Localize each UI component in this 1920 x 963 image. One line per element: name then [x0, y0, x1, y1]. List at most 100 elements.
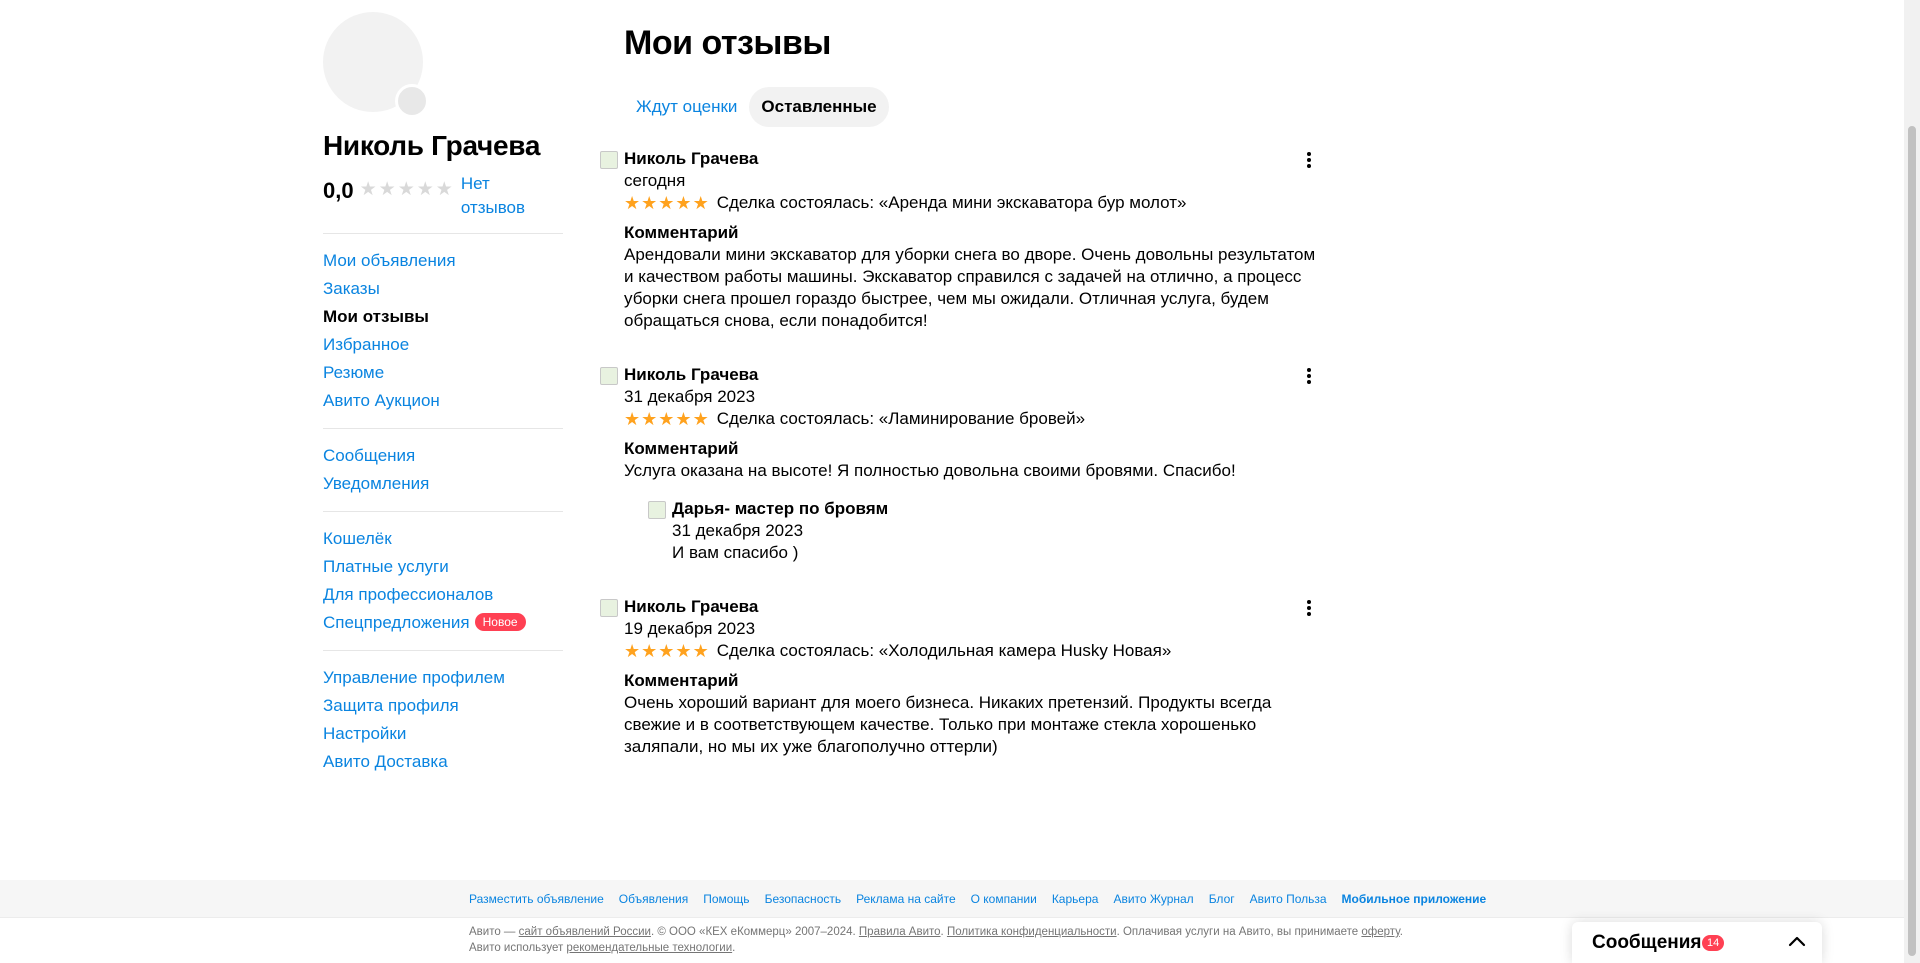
nav-for-professionals[interactable]: Для профессионалов: [323, 581, 563, 609]
legal-link-recommend[interactable]: рекомендательные технологии: [566, 942, 732, 954]
nav-my-ads[interactable]: Мои объявления: [323, 247, 563, 275]
reply-author-avatar: [648, 501, 666, 519]
star-icon: ★: [624, 193, 641, 213]
nav-messages[interactable]: Сообщения: [323, 442, 563, 470]
nav-special-offers[interactable]: Спецпредложения Новое: [323, 609, 563, 637]
legal-link-privacy[interactable]: Политика конфиденциальности: [947, 926, 1117, 938]
nav-group-finance: Кошелёк Платные услуги Для профессионало…: [323, 525, 563, 637]
legal-text: . © ООО «КЕХ еКоммерц» 2007–2024.: [650, 926, 859, 938]
nav-avito-delivery[interactable]: Авито Доставка: [323, 748, 563, 776]
chevron-up-icon[interactable]: [1788, 934, 1806, 948]
footer-link-journal[interactable]: Авито Журнал: [1113, 892, 1193, 906]
comment-text: Арендовали мини экскаватор для уборки сн…: [624, 245, 1316, 330]
reply-author[interactable]: Дарья- мастер по бровям: [672, 498, 1372, 520]
divider: [323, 650, 563, 651]
messages-count-badge: 14: [1702, 935, 1725, 951]
review-deal-text: Сделка состоялась: «Холодильная камера H…: [716, 641, 1172, 660]
comment-text: Очень хороший вариант для моего бизнеса.…: [624, 693, 1272, 756]
comment-title: Комментарий: [624, 439, 739, 458]
footer-nav-bar: Разместить объявление Объявления Помощь …: [0, 880, 1904, 918]
star-icon: ★: [416, 179, 434, 200]
footer-link-career[interactable]: Карьера: [1052, 892, 1099, 906]
page-scrollbar[interactable]: [1904, 0, 1920, 963]
author-avatar: [600, 367, 618, 385]
comment-title: Комментарий: [624, 671, 739, 690]
nav-wallet[interactable]: Кошелёк: [323, 525, 563, 553]
messages-panel-title: Сообщения: [1592, 932, 1702, 953]
review-stars: ★ ★ ★ ★ ★: [624, 194, 709, 212]
no-reviews-link[interactable]: Нет отзывов: [461, 172, 541, 220]
review-deal-text: Сделка состоялась: «Аренда мини экскават…: [716, 193, 1187, 212]
nav-notifications[interactable]: Уведомления: [323, 470, 563, 498]
star-icon: ★: [675, 193, 692, 213]
star-icon: ★: [624, 409, 641, 429]
footer-link-blog[interactable]: Блог: [1209, 892, 1235, 906]
nav-auction[interactable]: Авито Аукцион: [323, 387, 563, 415]
nav-orders[interactable]: Заказы: [323, 275, 563, 303]
review-author[interactable]: Николь Грачева: [624, 596, 1324, 618]
legal-text: . Оплачивая услуги на Авито, вы принимае…: [1116, 926, 1362, 938]
star-icon: ★: [692, 641, 709, 661]
nav-resume[interactable]: Резюме: [323, 359, 563, 387]
nav-settings[interactable]: Настройки: [323, 720, 563, 748]
nav-profile-management[interactable]: Управление профилем: [323, 664, 563, 692]
footer-link-advertising[interactable]: Реклама на сайте: [856, 892, 956, 906]
divider: [323, 233, 563, 234]
legal-link-site[interactable]: сайт объявлений России: [519, 926, 651, 938]
reply-text: И вам спасибо ): [672, 543, 799, 562]
nav-my-reviews[interactable]: Мои отзывы: [323, 303, 563, 331]
divider: [323, 511, 563, 512]
legal-link-offer[interactable]: оферту: [1361, 926, 1399, 938]
review-author[interactable]: Николь Грачева: [624, 148, 1324, 170]
footer-link-about[interactable]: О компании: [971, 892, 1037, 906]
review-deal: ★ ★ ★ ★ ★ Сделка состоялась: «Ламинирование …: [624, 408, 1324, 430]
footer-link-help[interactable]: Помощь: [703, 892, 749, 906]
nav-group-profile: Управление профилем Защита профиля Настр…: [323, 664, 563, 776]
star-icon: ★: [641, 409, 658, 429]
review-deal: ★ ★ ★ ★ ★ Сделка состоялась: «Холодильная ка…: [624, 640, 1324, 662]
footer-link-mobile-app[interactable]: Мобильное приложение: [1342, 892, 1487, 906]
footer-link-post-ad[interactable]: Разместить объявление: [469, 892, 604, 906]
footer-link-benefit[interactable]: Авито Польза: [1250, 892, 1327, 906]
review-stars: ★ ★ ★ ★ ★: [624, 410, 709, 428]
star-icon: ★: [359, 179, 377, 200]
more-options-icon[interactable]: [1307, 368, 1313, 384]
footer-legal: Авито — сайт объявлений России. © ООО «К…: [469, 924, 1419, 956]
star-icon: ★: [658, 193, 675, 213]
review-deal-text: Сделка состоялась: «Ламинирование бровей…: [716, 409, 1086, 428]
star-icon: ★: [641, 193, 658, 213]
footer-link-ads[interactable]: Объявления: [619, 892, 688, 906]
review-date: 19 декабря 2023: [624, 619, 756, 638]
tab-awaiting[interactable]: Ждут оценки: [624, 87, 749, 127]
nav-paid-services[interactable]: Платные услуги: [323, 553, 563, 581]
legal-link-rules[interactable]: Правила Авито: [859, 926, 941, 938]
profile-avatar[interactable]: [323, 12, 429, 118]
star-icon: ★: [692, 193, 709, 213]
comment-title: Комментарий: [624, 223, 739, 242]
author-avatar: [600, 599, 618, 617]
review-stars: ★ ★ ★ ★ ★: [624, 642, 709, 660]
profile-name: Николь Грачева: [323, 130, 541, 161]
review-author[interactable]: Николь Грачева: [624, 364, 1324, 386]
more-options-icon[interactable]: [1307, 152, 1313, 168]
profile-sidebar: Николь Грачева 0,0 ★ ★ ★ ★ ★ Нет отзывов…: [323, 12, 563, 776]
tab-left[interactable]: Оставленные: [749, 87, 889, 127]
more-options-icon[interactable]: [1307, 600, 1313, 616]
nav-favorites[interactable]: Избранное: [323, 331, 563, 359]
nav-group-messages: Сообщения Уведомления: [323, 442, 563, 498]
footer-link-security[interactable]: Безопасность: [765, 892, 842, 906]
reviews-tabs: Ждут оценки Оставленные: [624, 87, 889, 127]
legal-text: .: [732, 942, 736, 954]
star-icon: ★: [641, 641, 658, 661]
messages-panel[interactable]: Сообщения 14: [1572, 922, 1822, 963]
star-icon: ★: [675, 409, 692, 429]
star-icon: ★: [692, 409, 709, 429]
page-title: Мои отзывы: [624, 24, 831, 62]
nav-profile-protection[interactable]: Защита профиля: [323, 692, 563, 720]
scrollbar-thumb[interactable]: [1908, 126, 1916, 956]
star-icon: ★: [658, 409, 675, 429]
new-badge: Новое: [474, 613, 526, 631]
review-date: сегодня: [624, 171, 686, 190]
profile-rating: 0,0 ★ ★ ★ ★ ★ Нет отзывов: [323, 172, 563, 220]
rating-stars: ★ ★ ★ ★ ★: [360, 180, 453, 199]
